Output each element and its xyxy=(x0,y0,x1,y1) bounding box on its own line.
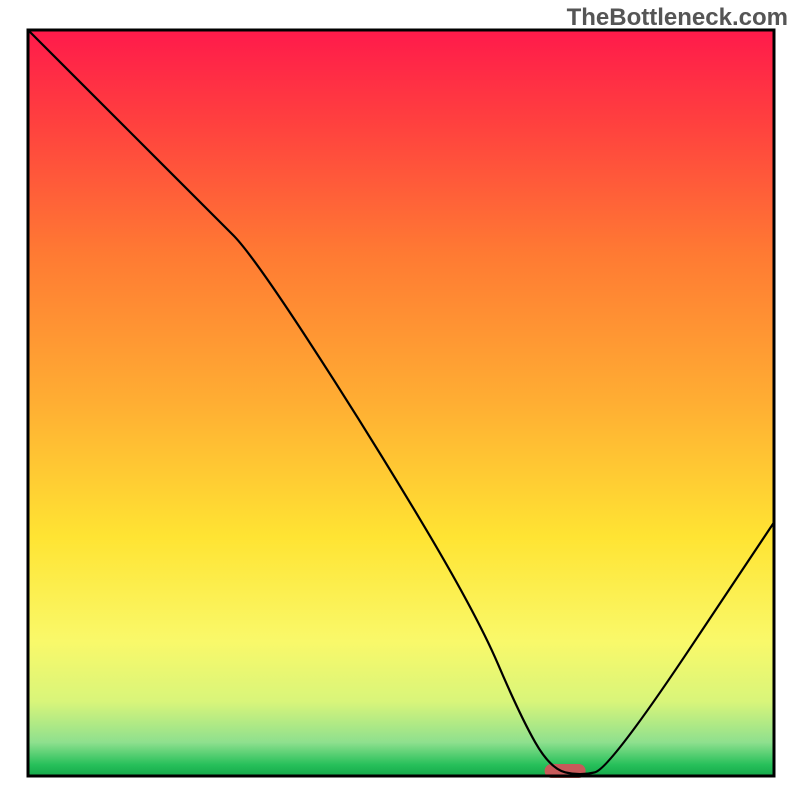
bottleneck-chart xyxy=(0,0,800,800)
chart-container: TheBottleneck.com xyxy=(0,0,800,800)
watermark-label: TheBottleneck.com xyxy=(567,4,788,32)
